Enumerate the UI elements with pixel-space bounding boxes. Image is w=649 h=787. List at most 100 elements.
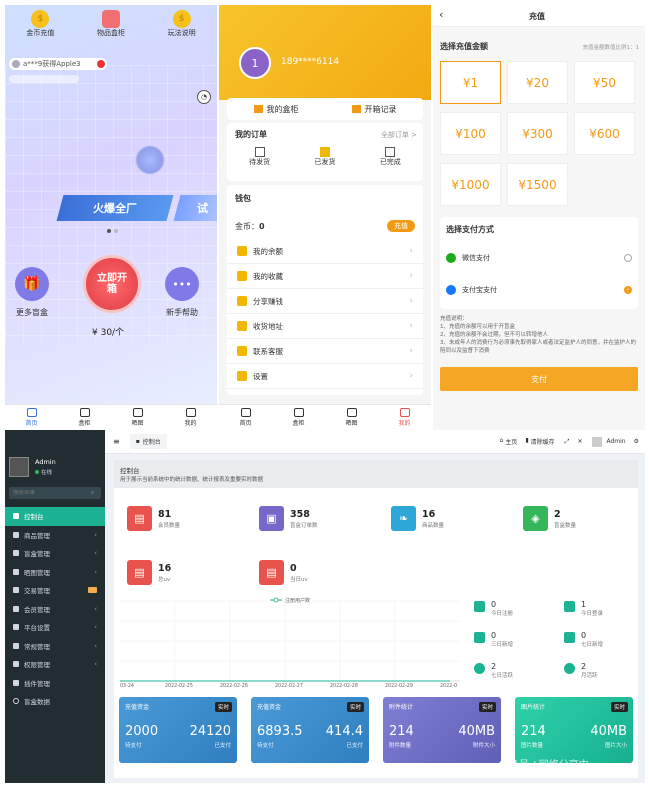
stat-members: ▤ 81 会员数量 bbox=[127, 506, 180, 531]
page-subtitle: 用于展示当前系统中的统计数据、统计报表及重要实时数据 bbox=[120, 477, 264, 483]
sidebar-item-permissions[interactable]: 权限管理 ‹ bbox=[5, 655, 105, 674]
chevron-left-icon: ‹ bbox=[94, 567, 97, 576]
choose-payment-title: 选择支付方式 bbox=[446, 225, 494, 234]
heart-icon bbox=[237, 271, 247, 281]
sidebar-item-box-data[interactable]: 盲盒数据 bbox=[5, 692, 105, 711]
menu-address[interactable]: 收货地址 › bbox=[227, 314, 423, 339]
open-records-link[interactable]: 开箱记录 bbox=[325, 98, 423, 120]
top-links-card: 我的盒柜 开箱记录 bbox=[227, 98, 423, 120]
menu-balance[interactable]: 我的余额 › bbox=[227, 239, 423, 264]
phone-number: 189****6114 bbox=[281, 57, 340, 67]
admin-name: Admin bbox=[35, 458, 56, 466]
tab-locker[interactable]: 盒柜 bbox=[272, 405, 325, 430]
rules-shortcut[interactable]: $ 玩法说明 bbox=[168, 10, 196, 38]
user-menu[interactable]: Admin bbox=[592, 436, 626, 447]
sidebar-item-platform[interactable]: 平台设置 ‹ bbox=[5, 618, 105, 637]
menu-support[interactable]: 联系客服 › bbox=[227, 339, 423, 364]
avatar bbox=[592, 436, 603, 447]
realtime-badge: 实时 bbox=[610, 702, 628, 712]
box-icon bbox=[101, 10, 120, 28]
amount-option[interactable]: ¥1 bbox=[440, 61, 501, 104]
menu-toggle-icon[interactable]: ≡ bbox=[113, 437, 120, 446]
amount-option[interactable]: ¥1500 bbox=[507, 163, 568, 206]
banner-ribbon-next: 试 bbox=[173, 195, 217, 221]
tab-dashboard[interactable]: ▪ 控制台 bbox=[129, 434, 167, 449]
all-orders-link[interactable]: 全部订单 > bbox=[381, 130, 417, 140]
search-icon[interactable]: ⌕ bbox=[91, 489, 94, 497]
amount-option[interactable]: ¥600 bbox=[574, 112, 635, 155]
tab-mine[interactable]: 我的 bbox=[164, 405, 217, 430]
mobile-home-screen: $ 金币充值 物品盒柜 $ 玩法说明 a***9获得Apple3 ◔ 火爆全厂 … bbox=[5, 5, 217, 430]
gear-icon[interactable]: ⚙ bbox=[634, 438, 639, 445]
x-tick-label: 03-24 bbox=[120, 683, 134, 688]
newbie-help-button[interactable]: ••• 新手帮助 bbox=[165, 267, 199, 318]
clear-cache-link[interactable]: ▮ 清除缓存 bbox=[525, 437, 554, 446]
sidebar-item-blindbox[interactable]: 盲盒管理 ‹ bbox=[5, 544, 105, 563]
order-shipped[interactable]: 已发货 bbox=[314, 147, 335, 167]
sidebar-item-goods[interactable]: 商品管理 ‹ bbox=[5, 526, 105, 545]
mini-stat-monthly-active: 2 月活跃 bbox=[564, 662, 598, 679]
stat-boxes: ◈ 2 盲盒数量 bbox=[523, 506, 576, 531]
locker-icon bbox=[79, 408, 90, 417]
banner-title: 火爆全厂 bbox=[93, 202, 137, 215]
goods-icon bbox=[13, 531, 19, 538]
tab-photos[interactable]: 晒图 bbox=[111, 405, 164, 430]
tab-mine[interactable]: 我的 bbox=[378, 405, 431, 430]
tab-home[interactable]: 首页 bbox=[5, 405, 58, 430]
recharge-notes: 充值说明： 1、充值的余额可以用于开盲盒 2、充值的余额不会过期，但不可以转增他… bbox=[440, 316, 637, 354]
chevron-left-icon: ‹ bbox=[94, 530, 97, 539]
wechat-pay-option[interactable]: 微信支付 bbox=[446, 253, 632, 263]
id-card-icon bbox=[564, 601, 575, 612]
sidebar-item-dashboard[interactable]: 控制台 bbox=[5, 507, 105, 526]
menu-search-input[interactable] bbox=[13, 490, 91, 496]
item-locker-shortcut[interactable]: 物品盒柜 bbox=[97, 10, 125, 38]
sidebar-item-trades[interactable]: 交易管理 bbox=[5, 581, 105, 600]
sidebar-item-plugins[interactable]: 插件管理 bbox=[5, 674, 105, 693]
calendar-icon bbox=[474, 632, 485, 643]
dashboard-icon bbox=[13, 513, 19, 520]
locker-icon bbox=[293, 408, 304, 417]
admin-dashboard: Admin 在线 ⌕ 控制台 商品管理‹ 盲盒管理‹ 晒图管理‹ 交易管理 会员… bbox=[5, 430, 645, 783]
back-icon[interactable]: ‹ bbox=[439, 8, 443, 21]
order-to-ship[interactable]: 待发货 bbox=[249, 147, 270, 167]
dashboard-icon: ▪ bbox=[135, 438, 140, 445]
mute-icon[interactable]: ◔ bbox=[197, 90, 211, 104]
user-icon bbox=[185, 408, 196, 417]
chart-legend-label: 注册用户数 bbox=[285, 597, 310, 604]
amount-option[interactable]: ¥300 bbox=[507, 112, 568, 155]
tab-photos[interactable]: 晒图 bbox=[325, 405, 378, 430]
pay-button[interactable]: 支付 bbox=[440, 367, 638, 391]
sidebar-item-members[interactable]: 会员管理 ‹ bbox=[5, 600, 105, 619]
amount-option[interactable]: ¥100 bbox=[440, 112, 501, 155]
stat-total-uv: ▤ 16 总uv bbox=[127, 560, 171, 585]
amount-option[interactable]: ¥1000 bbox=[440, 163, 501, 206]
open-box-button[interactable]: 立即开箱 bbox=[83, 255, 141, 313]
tab-home[interactable]: 首页 bbox=[219, 405, 272, 430]
chevron-right-icon: › bbox=[409, 371, 413, 381]
my-locker-link[interactable]: 我的盒柜 bbox=[227, 98, 325, 120]
sidebar-item-photos[interactable]: 晒图管理 ‹ bbox=[5, 563, 105, 582]
home-link[interactable]: ⌂ 主页 bbox=[499, 437, 517, 446]
menu-share-earn[interactable]: 分享赚钱 › bbox=[227, 289, 423, 314]
menu-settings[interactable]: 设置 › bbox=[227, 364, 423, 389]
tab-locker[interactable]: 盒柜 bbox=[58, 405, 111, 430]
amount-option[interactable]: ¥20 bbox=[507, 61, 568, 104]
alipay-icon bbox=[446, 285, 456, 295]
user-icon bbox=[474, 663, 485, 674]
recharge-button[interactable]: 充值 bbox=[387, 220, 415, 232]
calendar-plus-icon bbox=[564, 632, 575, 643]
fullscreen-icon[interactable]: ✕ bbox=[577, 438, 582, 445]
user-icon bbox=[564, 663, 575, 674]
menu-favorites[interactable]: 我的收藏 › bbox=[227, 264, 423, 289]
expand-icon[interactable]: ⤢ bbox=[565, 438, 570, 446]
sidebar-item-general[interactable]: 常规管理 ‹ bbox=[5, 637, 105, 656]
coin-recharge-shortcut[interactable]: $ 金币充值 bbox=[26, 10, 54, 38]
chart-gridlines bbox=[120, 600, 460, 681]
more-boxes-button[interactable]: 🎁 更多盲盒 bbox=[15, 267, 49, 318]
alipay-option[interactable]: 支付宝支付 ✓ bbox=[446, 285, 632, 295]
bottom-tab-bar: 首页 盒柜 晒图 我的 bbox=[5, 404, 217, 430]
record-icon bbox=[351, 105, 361, 113]
order-completed[interactable]: 已完成 bbox=[380, 147, 401, 167]
amount-option[interactable]: ¥50 bbox=[574, 61, 635, 104]
x-tick-label: 2022-02-29 bbox=[385, 683, 413, 688]
